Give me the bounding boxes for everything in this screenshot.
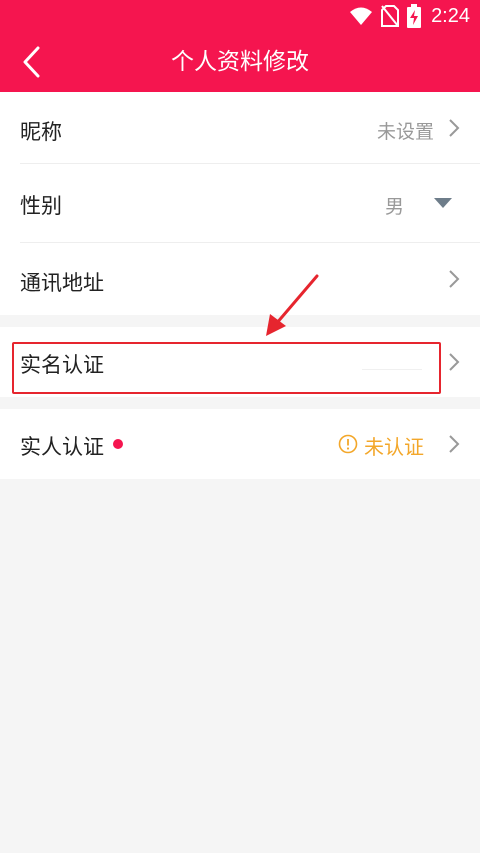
annotation-highlight-box <box>12 342 441 394</box>
gender-row[interactable]: 性别 男 <box>0 164 480 243</box>
auth-status: 未认证 <box>364 435 424 459</box>
nickname-label: 昵称 <box>20 120 62 144</box>
annotation-arrow-icon <box>266 274 319 336</box>
address-label: 通讯地址 <box>20 271 104 295</box>
chevron-right-icon <box>449 435 460 453</box>
battery-charging-icon <box>407 4 422 28</box>
wifi-icon <box>350 7 373 25</box>
nickname-row[interactable]: 昵称 未设置 <box>0 92 480 164</box>
gender-label: 性别 <box>20 194 62 218</box>
chevron-right-icon <box>449 353 460 371</box>
chevron-right-icon <box>449 270 460 288</box>
person-auth-row[interactable]: 实人认证 未认证 <box>0 409 480 479</box>
page-title: 个人资料修改 <box>171 49 309 75</box>
dropdown-triangle-icon <box>434 198 452 208</box>
chevron-right-icon <box>449 119 460 137</box>
status-icons: 2:24 <box>349 4 470 28</box>
person-auth-label: 实人认证 <box>20 435 104 459</box>
status-bar: 2:24 <box>0 0 480 32</box>
notification-dot <box>113 439 123 449</box>
warning-circle-icon <box>338 434 358 454</box>
nickname-value: 未设置 <box>376 121 434 143</box>
address-row[interactable]: 通讯地址 <box>0 243 480 315</box>
app-bar: 个人资料修改 <box>0 32 480 92</box>
gender-value: 男 <box>384 196 404 218</box>
no-sim-icon <box>381 5 400 27</box>
status-time: 2:24 <box>431 4 470 27</box>
